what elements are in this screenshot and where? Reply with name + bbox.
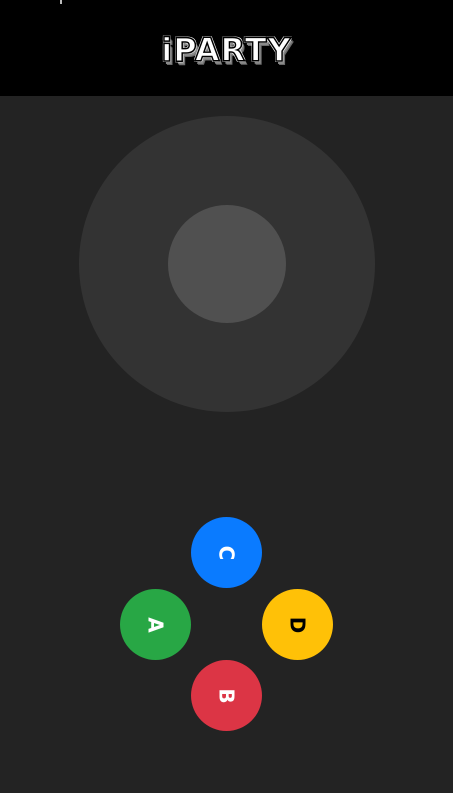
status-bar [0, 0, 453, 6]
button-c-label: C [214, 545, 239, 560]
button-c[interactable]: C [191, 517, 262, 588]
joystick-knob[interactable] [168, 205, 286, 323]
button-b[interactable]: B [191, 660, 262, 731]
button-d-label: D [285, 616, 310, 633]
app-logo: iPARTY [161, 30, 292, 70]
button-b-label: B [214, 687, 239, 704]
status-indicator [60, 0, 62, 4]
button-d[interactable]: D [262, 589, 333, 660]
app-header: iPARTY [0, 0, 453, 96]
button-a-label: A [143, 616, 168, 633]
button-a[interactable]: A [120, 589, 191, 660]
